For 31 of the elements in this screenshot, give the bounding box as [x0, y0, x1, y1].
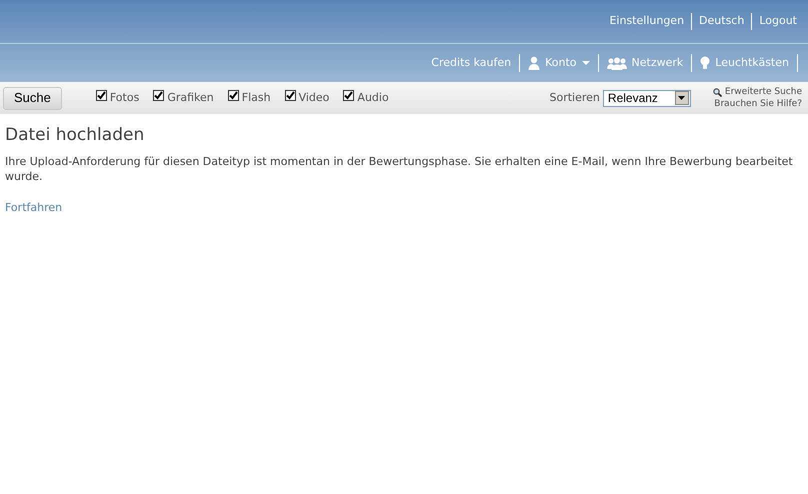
lightbulb-icon [700, 56, 710, 70]
person-icon [528, 56, 540, 70]
sort-dropdown[interactable]: Relevanz [602, 90, 691, 106]
search-button[interactable]: Suche [3, 86, 62, 110]
checkbox-label: Audio [357, 90, 389, 106]
checkbox-label: Fotos [110, 90, 140, 106]
checkbox[interactable] [96, 90, 107, 100]
checkbox[interactable] [284, 90, 296, 100]
nav-link[interactable]: Konto [520, 54, 599, 72]
checkbox[interactable] [228, 90, 239, 100]
status-message: Ihre Upload-Anforderung für diesen Dateityp ist momentan in der Bewertungsphase. Sie erhalten eine E-Mail, wenn Ihre Bewerbung bearbeitet wurde. [5, 154, 794, 184]
dropdown-arrow-icon [678, 96, 686, 100]
people-icon [606, 56, 627, 70]
caret-icon [582, 61, 590, 65]
advanced-search-link[interactable]: Erweiterte Suche [712, 86, 802, 98]
nav-link[interactable]: Leuchtkästen [692, 54, 798, 72]
search-icon [712, 88, 722, 96]
checkbox[interactable] [343, 90, 354, 100]
nav-link[interactable]: Netzwerk [598, 54, 692, 72]
header-link[interactable]: Einstellungen [602, 13, 692, 30]
checkbox[interactable] [153, 90, 164, 100]
page-title: Datei hochladen [5, 124, 146, 146]
help-link[interactable]: Brauchen Sie Hilfe? [714, 98, 802, 110]
nav-link[interactable]: Credits kaufen [423, 54, 520, 72]
checkbox-label: Flash [242, 90, 271, 106]
checkbox-label: Video [298, 90, 330, 106]
header-link[interactable]: Logout [751, 13, 804, 30]
continue-link[interactable]: Fortfahren [5, 201, 62, 214]
sort-label: Sortieren [550, 90, 600, 106]
checkbox-label: Grafiken [167, 90, 214, 106]
header-link[interactable]: Deutsch [691, 13, 752, 30]
